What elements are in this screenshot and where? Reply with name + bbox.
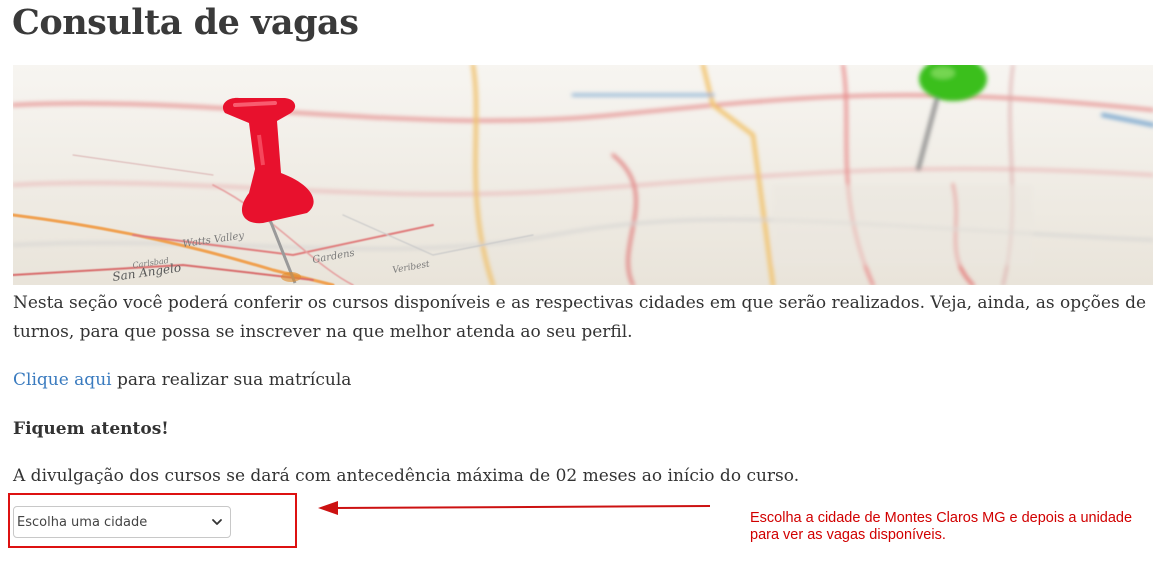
enroll-text: para realizar sua matrícula [111,370,352,390]
intro-paragraph: Nesta seção você poderá conferir os curs… [13,293,1147,342]
enroll-link[interactable]: Clique aqui [13,370,112,390]
page-title: Consulta de vagas [12,2,359,43]
map-banner-image: Watts Valley Gardens San Angelo Carlsbad… [13,65,1153,285]
city-select[interactable]: Escolha uma cidade [13,506,231,538]
enroll-line: Clique aqui para realizar sua matrícula [13,366,351,395]
chevron-down-icon [212,519,222,525]
city-select-value: Escolha uma cidade [17,514,148,530]
arrow-left-icon [318,501,711,515]
annotation-text: Escolha a cidade de Montes Claros MG e d… [750,510,1133,543]
attention-heading: Fiquem atentos! [13,419,169,439]
notice-paragraph: A divulgação dos cursos se dará com ante… [13,466,800,486]
